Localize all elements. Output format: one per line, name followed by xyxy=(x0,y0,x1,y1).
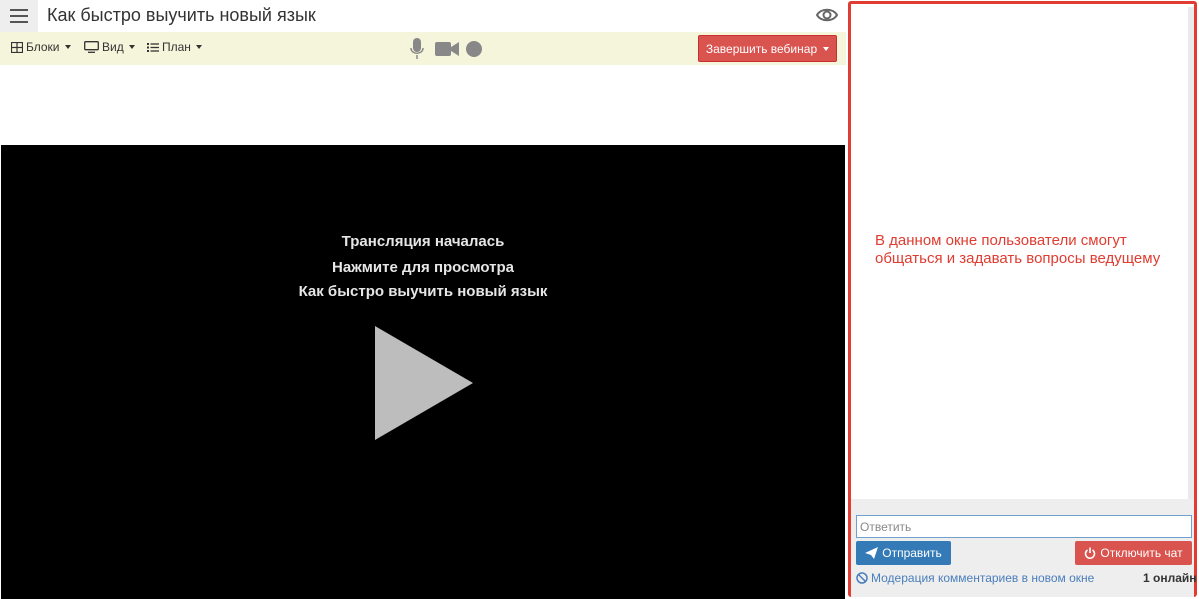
view-menu-label: Вид xyxy=(102,40,124,54)
camera-icon[interactable] xyxy=(435,38,459,60)
end-webinar-label: Завершить вебинар xyxy=(705,41,818,56)
caret-down-icon xyxy=(64,45,71,49)
hamburger-icon[interactable] xyxy=(0,0,38,32)
chat-controls: Отправить Отключить чат Модерация коммен… xyxy=(851,499,1197,597)
caret-down-icon xyxy=(823,46,830,51)
list-icon xyxy=(147,42,159,52)
blocks-menu[interactable]: Блоки xyxy=(11,40,71,54)
moderation-link[interactable]: Модерация комментариев в новом окне xyxy=(856,571,1094,585)
microphone-icon[interactable] xyxy=(410,38,424,60)
video-player[interactable]: Трансляция началась Нажмите для просмотр… xyxy=(1,145,845,599)
power-icon xyxy=(1085,547,1096,559)
moderation-label: Модерация комментариев в новом окне xyxy=(871,571,1095,585)
chat-panel: В данном окне пользователи смогут общать… xyxy=(848,1,1197,597)
eye-icon[interactable] xyxy=(815,4,839,26)
send-button-label: Отправить xyxy=(882,546,942,560)
webinar-title: Как быстро выучить новый язык xyxy=(47,5,316,25)
disable-chat-button[interactable]: Отключить чат xyxy=(1075,541,1192,565)
online-count: 1 онлайн xyxy=(1143,571,1197,585)
ban-icon xyxy=(856,572,868,584)
chat-scrollbar[interactable] xyxy=(1188,7,1194,499)
video-title-text: Как быстро выучить новый язык xyxy=(298,283,548,300)
caret-down-icon xyxy=(195,45,202,49)
plan-menu[interactable]: План xyxy=(147,40,202,54)
paper-plane-icon xyxy=(865,547,879,559)
play-icon[interactable] xyxy=(375,326,473,440)
webinar-room: Как быстро выучить новый язык Блоки Вид xyxy=(0,0,846,599)
click-to-watch-text: Нажмите для просмотра xyxy=(331,259,515,276)
send-button[interactable]: Отправить xyxy=(856,541,951,565)
caret-down-icon xyxy=(128,45,135,49)
grid-icon xyxy=(11,41,23,53)
disable-chat-label: Отключить чат xyxy=(1100,546,1183,560)
end-webinar-button[interactable]: Завершить вебинар xyxy=(698,35,837,62)
reply-input[interactable] xyxy=(856,515,1192,538)
chat-messages-area: В данном окне пользователи смогут общать… xyxy=(854,7,1188,499)
blocks-menu-label: Блоки xyxy=(26,40,60,54)
chat-annotation: В данном окне пользователи смогут общать… xyxy=(875,232,1161,267)
stream-started-text: Трансляция началась xyxy=(341,233,505,250)
view-menu[interactable]: Вид xyxy=(84,40,135,54)
record-icon[interactable] xyxy=(465,38,483,60)
title-bar: Как быстро выучить новый язык xyxy=(0,0,846,32)
plan-menu-label: План xyxy=(162,40,191,54)
monitor-icon xyxy=(84,41,99,53)
